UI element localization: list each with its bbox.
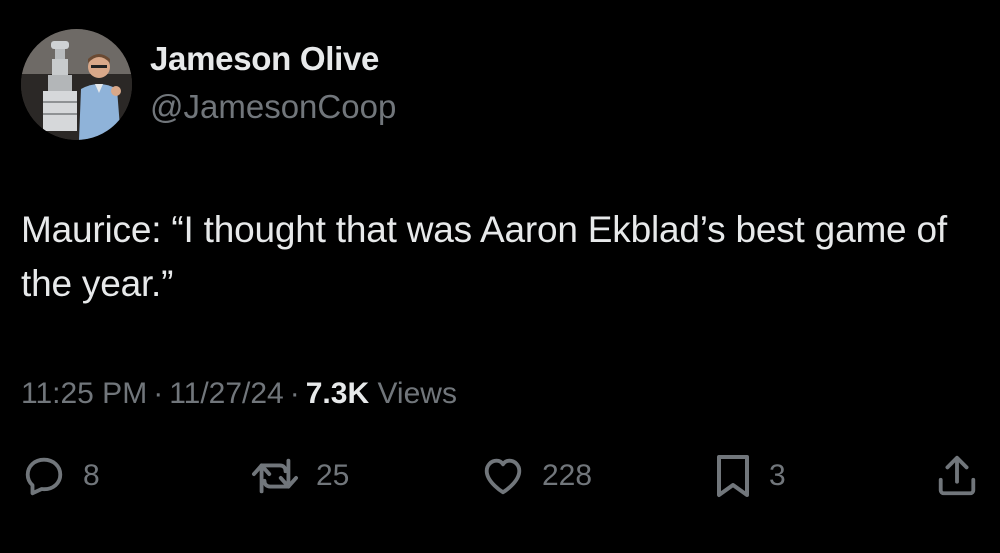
retweet-button[interactable]: 25 (250, 452, 349, 500)
heart-icon (484, 458, 522, 495)
views-count: 7.3K (305, 377, 370, 410)
meta-separator: · (153, 377, 164, 410)
avatar[interactable] (21, 29, 132, 140)
tweet-text: Maurice: “I thought that was Aaron Ekbla… (21, 209, 947, 304)
avatar-image (21, 29, 132, 140)
like-count: 228 (542, 459, 593, 492)
author-handle[interactable]: @JamesonCoop (150, 88, 396, 126)
retweet-count: 25 (316, 459, 350, 492)
share-button[interactable] (934, 452, 980, 500)
tweet-time[interactable]: 11:25 PM (21, 377, 147, 410)
reply-count: 8 (83, 459, 100, 492)
share-icon (938, 455, 976, 496)
meta-separator: · (289, 377, 300, 410)
reply-button[interactable]: 8 (21, 452, 100, 500)
retweet-icon (252, 458, 299, 494)
views-label: Views (377, 377, 457, 410)
tweet-meta: 11:25 PM · 11/27/24 · 7.3K Views (21, 377, 457, 411)
bookmark-icon (717, 455, 749, 497)
bookmark-count: 3 (769, 459, 786, 492)
like-button[interactable]: 228 (480, 452, 592, 500)
reply-icon (25, 457, 63, 496)
bookmark-button[interactable]: 3 (713, 452, 786, 500)
tweet-card: Jameson Olive @JamesonCoop Maurice: “I t… (0, 0, 1000, 553)
tweet-date[interactable]: 11/27/24 (169, 377, 284, 410)
author-name[interactable]: Jameson Olive (150, 40, 379, 78)
